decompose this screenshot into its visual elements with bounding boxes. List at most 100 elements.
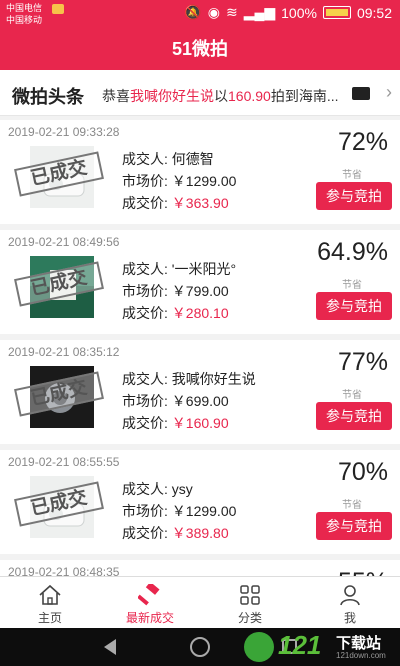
back-icon[interactable] [104, 639, 116, 655]
deal-info: 成交人: ysy 市场价: ￥1299.00 成交价: ￥389.80 [122, 478, 236, 544]
market-price-label: 市场价: [122, 503, 168, 519]
deal-date: 2019-02-21 08:49:56 [8, 235, 120, 249]
buyer-row: 成交人: 何德智 [122, 148, 236, 170]
wifi-icon: ≋ [225, 4, 238, 20]
headline-bar[interactable]: 微拍头条 恭喜我喊你好生说以160.90拍到海南... › [0, 70, 400, 116]
watermark-url: 121down.com [336, 651, 386, 660]
gavel-icon [100, 583, 200, 607]
tab-label: 我 [343, 611, 356, 625]
deal-price: ￥160.90 [171, 415, 229, 431]
savings-label: 节省 [342, 500, 362, 511]
buyer-name: '一米阳光° [171, 261, 237, 277]
buyer-row: 成交人: '一米阳光° [122, 258, 236, 280]
tab-label: 分类 [237, 611, 262, 625]
deal-card[interactable]: 2019-02-21 08:48:35 55% [0, 560, 400, 576]
carrier-2: 中国移动 [6, 15, 43, 25]
mute-icon: 🔕 [184, 4, 202, 20]
status-icons: 🔕 ◉ ≋ ▂▄▆ 100% 09:52 [184, 4, 392, 21]
bid-button[interactable]: 参与竞拍 [316, 182, 392, 210]
ticker-mid: 以 [214, 88, 228, 104]
savings-percent: 64.9% [317, 238, 388, 266]
ticker-badge-icon [352, 87, 370, 100]
savings-percent: 77% [337, 348, 388, 376]
tab-category[interactable]: 分类 [200, 577, 300, 628]
market-price: ￥1299.00 [171, 173, 237, 189]
deal-card[interactable]: 2019-02-21 08:35:12 已成交 成交人: 我喊你好生说 市场价:… [0, 340, 400, 444]
market-price-label: 市场价: [122, 173, 168, 189]
watermark-number: 121 [278, 630, 322, 660]
tab-label: 最新成交 [125, 611, 174, 625]
buyer-name: ysy [171, 481, 193, 497]
app-title: 51微拍 [0, 28, 400, 70]
deal-price: ￥280.10 [171, 305, 229, 321]
tab-label: 主页 [37, 611, 62, 625]
savings-percent: 72% [337, 128, 388, 156]
battery-icon [322, 6, 351, 19]
savings-label: 节省 [342, 390, 362, 401]
buyer-row: 成交人: ysy [122, 478, 236, 500]
buyer-label: 成交人: [122, 481, 168, 497]
deal-card[interactable]: 2019-02-21 08:49:56 已成交 成交人: '一米阳光° 市场价:… [0, 230, 400, 334]
deal-price-row: 成交价: ￥389.80 [122, 522, 236, 544]
notification-app-icon [52, 4, 64, 14]
deal-price: ￥363.90 [171, 195, 229, 211]
market-price: ￥799.00 [171, 283, 229, 299]
chevron-right-icon[interactable]: › [386, 82, 392, 103]
deal-date: 2019-02-21 08:55:55 [8, 455, 120, 469]
home-icon [0, 583, 100, 607]
tab-me[interactable]: 我 [300, 577, 400, 628]
carrier-info: 中国电信 中国移动 [6, 2, 42, 26]
market-price-row: 市场价: ￥1299.00 [122, 500, 236, 522]
grid-icon [200, 583, 300, 607]
savings-percent: 70% [337, 458, 388, 486]
signal-icon: ▂▄▆ [243, 4, 276, 20]
market-price-row: 市场价: ￥699.00 [122, 390, 256, 412]
market-price-row: 市场价: ￥1299.00 [122, 170, 236, 192]
deal-list[interactable]: 2019-02-21 09:33:28 已成交 成交人: 何德智 市场价: ￥1… [0, 120, 400, 576]
market-price-label: 市场价: [122, 283, 168, 299]
ticker-name: 我喊你好生说 [130, 88, 214, 104]
ticker-suffix: 拍到海南... [270, 88, 339, 104]
market-price-label: 市场价: [122, 393, 168, 409]
watermark-text: 下载站 [336, 635, 382, 652]
deal-card[interactable]: 2019-02-21 08:55:55 已成交 成交人: ysy 市场价: ￥1… [0, 450, 400, 554]
savings-label: 节省 [342, 170, 362, 181]
bid-button[interactable]: 参与竞拍 [316, 292, 392, 320]
buyer-name: 我喊你好生说 [171, 371, 256, 387]
buyer-row: 成交人: 我喊你好生说 [122, 368, 256, 390]
buyer-label: 成交人: [122, 261, 168, 277]
bid-button[interactable]: 参与竞拍 [316, 402, 392, 430]
deal-price-label: 成交价: [122, 305, 168, 321]
savings-label: 节省 [342, 280, 362, 291]
deal-info: 成交人: 我喊你好生说 市场价: ￥699.00 成交价: ￥160.90 [122, 368, 256, 434]
clock: 09:52 [356, 4, 392, 21]
deal-price-row: 成交价: ￥363.90 [122, 192, 236, 214]
home-circle-icon[interactable] [190, 637, 210, 657]
carrier-1: 中国电信 [6, 3, 43, 13]
deal-info: 成交人: 何德智 市场价: ￥1299.00 成交价: ￥363.90 [122, 148, 236, 214]
bid-button[interactable]: 参与竞拍 [316, 512, 392, 540]
buyer-label: 成交人: [122, 371, 168, 387]
system-nav-bar: 121 下载站 121down.com [0, 628, 400, 666]
eye-icon: ◉ [207, 4, 220, 20]
deal-price-label: 成交价: [122, 195, 168, 211]
deal-price-row: 成交价: ￥280.10 [122, 302, 236, 324]
battery-percent: 100% [281, 4, 317, 21]
tab-home[interactable]: 主页 [0, 577, 100, 628]
headline-label: 微拍头条 [12, 87, 84, 107]
deal-card[interactable]: 2019-02-21 09:33:28 已成交 成交人: 何德智 市场价: ￥1… [0, 120, 400, 224]
deal-date: 2019-02-21 08:35:12 [8, 345, 120, 359]
deal-date: 2019-02-21 09:33:28 [8, 125, 120, 139]
deal-price: ￥389.80 [171, 525, 229, 541]
tab-latest-deals[interactable]: 最新成交 [100, 577, 200, 628]
buyer-label: 成交人: [122, 151, 168, 167]
deal-info: 成交人: '一米阳光° 市场价: ￥799.00 成交价: ￥280.10 [122, 258, 236, 324]
ticker-prefix: 恭喜 [102, 88, 130, 104]
headline-ticker[interactable]: 恭喜我喊你好生说以160.90拍到海南... [102, 86, 350, 106]
user-icon [300, 583, 400, 607]
deal-date: 2019-02-21 08:48:35 [8, 565, 120, 576]
market-price-row: 市场价: ￥799.00 [122, 280, 236, 302]
status-bar: 中国电信 中国移动 🔕 ◉ ≋ ▂▄▆ 100% 09:52 [0, 0, 400, 28]
ticker-price: 160.90 [228, 88, 271, 104]
deal-price-label: 成交价: [122, 415, 168, 431]
